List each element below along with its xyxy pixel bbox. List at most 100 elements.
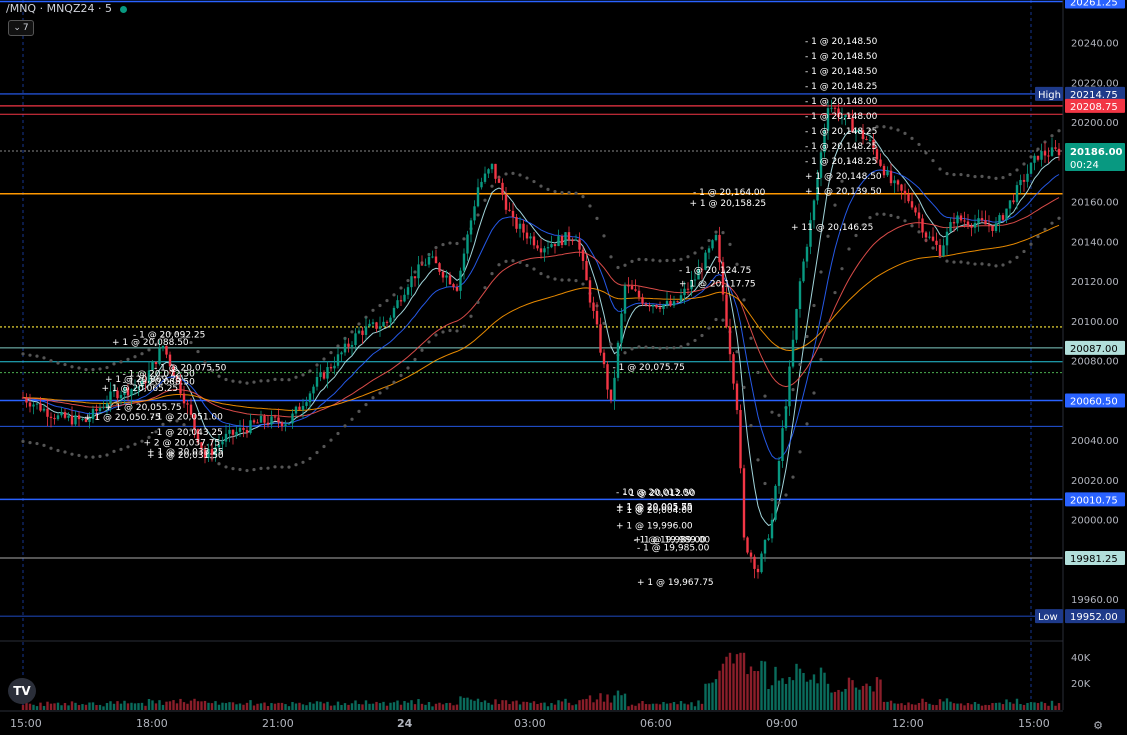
candle-body <box>235 431 238 435</box>
band-dot <box>623 263 627 267</box>
volume-bar <box>683 703 686 710</box>
candle-body <box>49 416 53 418</box>
volume-bar <box>291 701 294 710</box>
band-dot <box>1008 172 1012 177</box>
candle-body <box>417 264 420 279</box>
candle-body <box>865 138 868 140</box>
time-axis-tick-label: 24 <box>397 717 413 730</box>
volume-bar <box>529 702 532 710</box>
band-dot <box>378 391 382 395</box>
volume-bar <box>284 704 287 710</box>
band-dot <box>308 369 312 373</box>
candle-body <box>588 280 592 303</box>
band-dot <box>28 441 32 445</box>
candle-body <box>973 222 977 228</box>
volume-bar <box>613 695 616 710</box>
candle-body <box>718 234 721 263</box>
candle-body <box>525 232 529 239</box>
band-dot <box>553 189 557 194</box>
volume-bar <box>749 666 753 710</box>
candle-body <box>1036 155 1040 160</box>
band-dot <box>399 373 403 378</box>
volume-bar <box>368 703 371 710</box>
band-dot <box>903 219 907 223</box>
symbol-header[interactable]: /MNQ · MNQZ24 · 5 <box>6 2 127 15</box>
volume-bar <box>406 702 410 710</box>
volume-bar <box>175 703 179 710</box>
chart-window: { "header": { "symbol": "/MNQ · MNQZ24 ·… <box>0 0 1127 735</box>
volume-bar <box>378 703 382 710</box>
band-dot <box>252 380 256 384</box>
indicators-toggle-button[interactable]: ⌄ 7 <box>8 20 34 36</box>
band-dot <box>42 356 46 360</box>
volume-bar <box>693 706 697 710</box>
band-dot <box>378 303 382 308</box>
volume-bar <box>676 704 679 710</box>
volume-bar <box>35 706 39 710</box>
volume-bar <box>200 701 203 710</box>
candle-body <box>637 290 641 298</box>
band-dot <box>35 441 39 446</box>
volume-bar <box>980 705 984 710</box>
volume-bar <box>718 670 721 710</box>
band-dot <box>714 317 718 322</box>
time-axis-tick-label: 06:00 <box>640 717 672 730</box>
candle-body <box>98 408 102 411</box>
volume-bar <box>410 700 413 710</box>
candle-body <box>39 403 42 411</box>
volume-bar <box>445 703 448 710</box>
volume-bar <box>840 691 844 710</box>
volume-bar <box>490 704 494 710</box>
candle-body <box>277 417 280 423</box>
volume-bar <box>833 691 837 710</box>
volume-bar <box>109 701 112 710</box>
volume-bar <box>228 702 231 710</box>
candle-body <box>928 236 931 238</box>
trade-annotation-label: - 1 @ 20,124.75 <box>679 266 751 276</box>
band-dot <box>98 454 102 458</box>
volume-bar <box>942 701 945 710</box>
volume-bar <box>476 698 480 710</box>
candle-body <box>886 170 889 176</box>
band-dot <box>406 278 410 283</box>
time-axis-tick-label: 15:00 <box>1018 717 1050 730</box>
volume-bar <box>214 701 217 710</box>
band-dot <box>994 264 998 268</box>
trade-annotation-label: + 1 @ 20,139.50 <box>805 187 882 197</box>
band-dot <box>42 443 46 447</box>
band-dot <box>896 215 900 220</box>
trade-annotation-label: - 1 @ 20,051.00 <box>151 412 224 422</box>
candle-body <box>756 568 760 573</box>
candle-body <box>336 354 340 366</box>
candle-body <box>490 163 494 170</box>
volume-bar <box>487 702 490 710</box>
price-chart[interactable]: - 1 @ 20,092.25- 1 @ 20,072.50- 1 @ 20,0… <box>0 0 1127 735</box>
band-dot <box>84 455 88 459</box>
volume-bar <box>32 704 35 710</box>
volume-bar <box>711 682 714 710</box>
band-dot <box>518 173 522 177</box>
volume-bar <box>630 704 634 710</box>
trade-annotation-label: - 1 @ 20,148.25 <box>805 157 877 167</box>
tradingview-logo-icon[interactable]: TV <box>8 678 36 704</box>
band-dot <box>882 125 886 129</box>
band-dot <box>266 379 270 383</box>
volume-bar <box>823 672 826 710</box>
trade-annotation-label: - 1 @ 20,148.50 <box>805 52 878 62</box>
volume-bar <box>1054 705 1057 710</box>
band-dot <box>105 365 109 370</box>
candle-body <box>805 246 809 262</box>
candle-body <box>420 264 424 266</box>
volume-bar <box>343 703 347 710</box>
settings-gear-icon[interactable]: ⚙ <box>1093 719 1103 732</box>
band-dot <box>1057 216 1061 220</box>
band-dot <box>350 330 354 334</box>
volume-bar <box>602 701 606 710</box>
volume-bar <box>224 703 228 710</box>
volume-bar <box>707 683 711 710</box>
candle-body <box>518 223 522 229</box>
band-dot <box>1043 227 1047 231</box>
price-axis-tick-label: 19960.00 <box>1071 595 1119 606</box>
volume-axis-tick-label: 40K <box>1071 653 1091 664</box>
price-axis-tick-label: 20160.00 <box>1071 198 1119 209</box>
